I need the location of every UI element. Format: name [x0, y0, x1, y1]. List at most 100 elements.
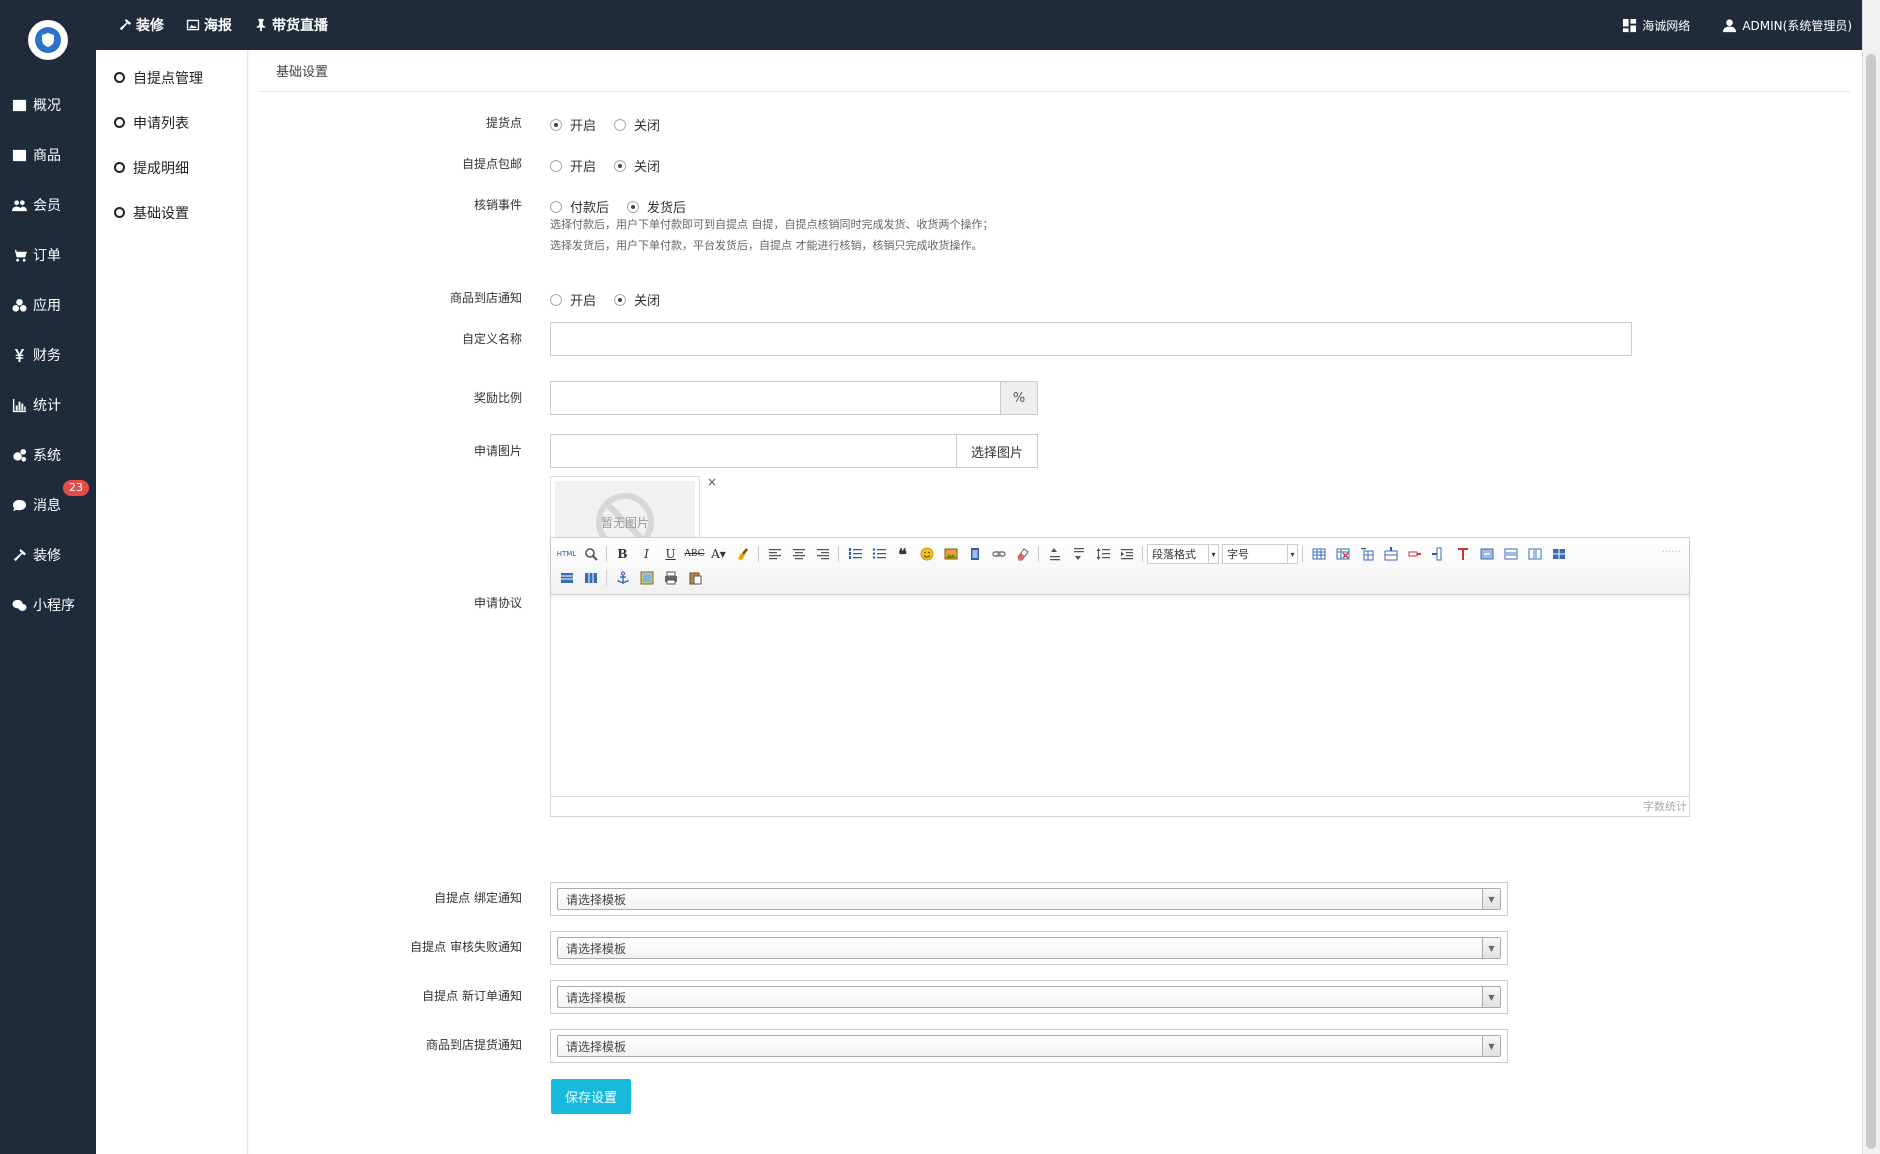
ordered-list-button[interactable] [843, 544, 866, 564]
brand-link[interactable]: 海诚网络 [1622, 17, 1690, 34]
insert-column-button[interactable] [1427, 544, 1450, 564]
sidebar-item-orders[interactable]: 订单 [0, 230, 96, 280]
paragraph-format-select[interactable]: 段落格式 ▾ [1147, 544, 1219, 564]
insert-paragraph-before-table-button[interactable] [1355, 544, 1378, 564]
anchor-button[interactable] [611, 568, 634, 588]
sidebar-item-statistics[interactable]: 统计 [0, 380, 96, 430]
topnav-poster[interactable]: 海报 [186, 15, 232, 35]
topnav-live[interactable]: 带货直播 [254, 15, 328, 35]
save-settings-button[interactable]: 保存设置 [551, 1079, 631, 1114]
delete-row-button[interactable] [1403, 544, 1426, 564]
strikethrough-button[interactable]: ABC [683, 544, 706, 564]
italic-button[interactable]: I [635, 544, 658, 564]
align-left-button[interactable] [763, 544, 786, 564]
align-right-button[interactable] [811, 544, 834, 564]
sidebar-item-miniprogram[interactable]: 小程序 [0, 580, 96, 630]
scrollbar-thumb[interactable] [1866, 54, 1876, 1149]
sidebar-item-goods[interactable]: 商品 [0, 130, 96, 180]
insert-image-button[interactable] [939, 544, 962, 564]
table-col-delete-icon [1457, 548, 1468, 560]
subnav-basic-settings[interactable]: 基础设置 [96, 190, 247, 235]
sidebar-item-overview[interactable]: 概况 [0, 80, 96, 130]
split-cells-button[interactable] [1547, 544, 1570, 564]
blockquote-button[interactable]: ❝ [891, 544, 914, 564]
free-shipping-on-radio[interactable]: 开启 [550, 156, 596, 175]
highlighter-icon [737, 548, 748, 560]
insert-link-button[interactable] [987, 544, 1010, 564]
radio-dot [550, 200, 562, 213]
logo[interactable] [28, 20, 68, 60]
split-columns-button[interactable] [579, 568, 602, 588]
pickup-on-radio[interactable]: 开启 [550, 115, 596, 134]
html-source-button[interactable]: HTML [555, 544, 578, 564]
unordered-list-button[interactable] [867, 544, 890, 564]
verify-help-line-1: 选择付款后，用户下单付款即可到自提点 自提，自提点核销同时完成发货、收货两个操作… [550, 218, 994, 231]
toolbar-separator [838, 546, 839, 562]
arrival-notice-on-radio[interactable]: 开启 [550, 290, 596, 309]
print-button[interactable] [659, 568, 682, 588]
custom-name-input[interactable] [550, 322, 1632, 356]
delete-column-button[interactable] [1451, 544, 1474, 564]
label-notice-fail: 自提点 审核失败通知 [410, 940, 522, 954]
notice-order-select[interactable]: 请选择模板 ▼ [557, 986, 1501, 1008]
insert-table-button[interactable] [1307, 544, 1330, 564]
font-color-button[interactable]: A▾ [707, 544, 730, 564]
pickup-off-radio[interactable]: 关闭 [614, 115, 660, 134]
preview-button[interactable] [579, 544, 602, 564]
label-apply-image: 申请图片 [473, 444, 522, 458]
arrival-notice-off-radio[interactable]: 关闭 [614, 290, 660, 309]
radio-dot [550, 159, 562, 172]
merge-right-button[interactable] [1499, 544, 1522, 564]
choose-image-button[interactable]: 选择图片 [956, 434, 1038, 468]
apply-image-input[interactable] [550, 434, 957, 468]
subnav-pickup-management[interactable]: 自提点管理 [96, 55, 247, 100]
label-free-shipping: 自提点包邮 [461, 157, 522, 171]
delete-table-button[interactable] [1331, 544, 1354, 564]
radio-dot [627, 200, 640, 213]
font-size-select[interactable]: 字号 ▾ [1222, 544, 1298, 564]
user-menu[interactable]: ADMIN(系统管理员) [1722, 17, 1852, 34]
emoji-button[interactable] [915, 544, 938, 564]
align-center-button[interactable] [787, 544, 810, 564]
subnav-commission-details[interactable]: 提成明细 [96, 145, 247, 190]
anchor-icon [616, 571, 629, 584]
hammer-icon [13, 548, 27, 561]
sidebar-item-decorate[interactable]: 装修 [0, 530, 96, 580]
row-spacing-top-button[interactable] [1043, 544, 1066, 564]
line-height-button[interactable] [1091, 544, 1114, 564]
underline-button[interactable]: U [659, 544, 682, 564]
chevron-down-icon: ▼ [1482, 1036, 1500, 1056]
merge-cells-button[interactable] [1475, 544, 1498, 564]
goods-icon [12, 149, 27, 161]
table-row-delete-icon [1408, 551, 1421, 557]
sidebar-item-members[interactable]: 会员 [0, 180, 96, 230]
insert-video-button[interactable] [963, 544, 986, 564]
notice-fail-select[interactable]: 请选择模板 ▼ [557, 937, 1501, 959]
insert-row-button[interactable] [1379, 544, 1402, 564]
sub-menu: 自提点管理 申请列表 提成明细 基础设置 [96, 50, 247, 235]
sidebar-item-messages[interactable]: 消息 23 [0, 480, 96, 530]
notice-arrival-select[interactable]: 请选择模板 ▼ [557, 1035, 1501, 1057]
clear-format-button[interactable] [1011, 544, 1034, 564]
sidebar-item-system[interactable]: 系统 [0, 430, 96, 480]
remove-image-button[interactable]: × [707, 475, 717, 489]
row-spacing-bottom-button[interactable] [1067, 544, 1090, 564]
notice-bind-select[interactable]: 请选择模板 ▼ [557, 888, 1501, 910]
merge-down-button[interactable] [1523, 544, 1546, 564]
sidebar-item-finance[interactable]: 财务 [0, 330, 96, 380]
editor-content-area[interactable] [551, 595, 1689, 795]
highlight-button[interactable] [731, 544, 754, 564]
paste-button[interactable] [683, 568, 706, 588]
subnav-application-list[interactable]: 申请列表 [96, 100, 247, 145]
insert-frame-button[interactable] [635, 568, 658, 588]
reward-ratio-input[interactable] [550, 381, 1001, 415]
page-scrollbar[interactable] [1862, 0, 1880, 1154]
arrival-notice-radio-group: 开启 关闭 [550, 290, 660, 309]
free-shipping-off-radio[interactable]: 关闭 [614, 156, 660, 175]
sidebar-item-apps[interactable]: 应用 [0, 280, 96, 330]
toolbar-separator [1302, 546, 1303, 562]
topnav-decorate[interactable]: 装修 [118, 15, 164, 35]
bold-button[interactable]: B [611, 544, 634, 564]
indent-button[interactable] [1115, 544, 1138, 564]
split-rows-button[interactable] [555, 568, 578, 588]
